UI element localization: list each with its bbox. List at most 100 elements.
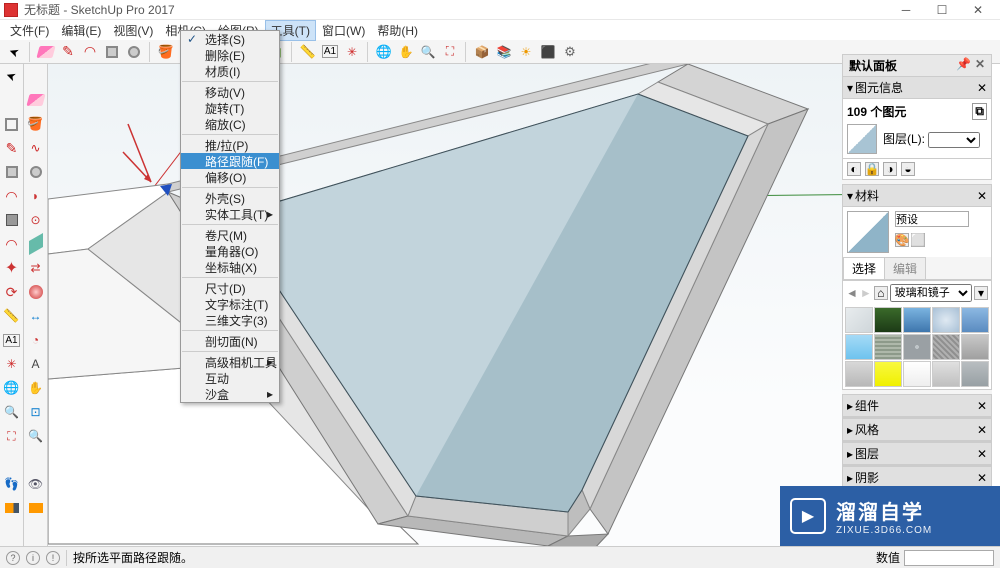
swatch-10[interactable] [845, 361, 873, 387]
layer-select[interactable] [928, 132, 980, 148]
menu-followme[interactable]: 路径跟随(F) [181, 153, 279, 169]
protractor2-icon[interactable]: ◔ [26, 330, 46, 350]
move2-icon[interactable] [2, 258, 22, 278]
swatch-6[interactable] [874, 334, 902, 360]
panel-close-icon-2[interactable]: ✕ [977, 189, 987, 203]
menu-protractor[interactable]: 量角器(O) [181, 243, 279, 259]
materials-header[interactable]: 材料✕ [843, 185, 991, 207]
tab-edit[interactable]: 编辑 [884, 257, 926, 279]
eraser-tool-icon[interactable] [36, 42, 56, 62]
pan2-icon[interactable] [26, 378, 46, 398]
swatch-12[interactable] [903, 361, 931, 387]
measurements-input[interactable] [904, 550, 994, 566]
tape2-icon[interactable] [2, 306, 22, 326]
menu-help[interactable]: 帮助(H) [371, 20, 424, 41]
swatch-4[interactable] [961, 307, 989, 333]
cast-icon[interactable]: ◒ [901, 162, 915, 176]
status-icon-3[interactable]: ! [46, 551, 60, 565]
status-icon-1[interactable]: ? [6, 551, 20, 565]
followme-icon[interactable] [2, 234, 22, 254]
circle2-icon[interactable] [26, 162, 46, 182]
component-make-icon[interactable] [2, 114, 22, 134]
rectangle-tool-icon[interactable] [102, 42, 122, 62]
home-icon[interactable] [874, 286, 888, 300]
material-name-input[interactable] [895, 211, 969, 227]
pan-tool-icon[interactable] [396, 42, 416, 62]
axes-tool-icon[interactable] [342, 42, 362, 62]
rotate3-icon[interactable] [26, 282, 46, 302]
shadow-icon[interactable]: ◑ [883, 162, 897, 176]
status-icon-2[interactable]: i [26, 551, 40, 565]
line-tool-icon[interactable] [58, 42, 78, 62]
text3-icon[interactable]: A [26, 354, 46, 374]
swatch-9[interactable] [961, 334, 989, 360]
position-icon[interactable] [26, 498, 46, 518]
swatch-3[interactable] [932, 307, 960, 333]
axes2-icon[interactable] [2, 354, 22, 374]
swatch-7[interactable] [903, 334, 931, 360]
text2-icon[interactable] [2, 330, 22, 350]
styles-header[interactable]: 风格✕ [843, 419, 991, 441]
menu-scale[interactable]: 缩放(C) [181, 116, 279, 132]
menu-file[interactable]: 文件(F) [4, 20, 55, 41]
section2-icon[interactable] [2, 498, 22, 518]
menu-shell[interactable]: 外壳(S) [181, 190, 279, 206]
dimension-icon[interactable]: ↔ [26, 306, 46, 326]
tray-pin-icon[interactable]: 📌 [956, 57, 971, 74]
back-icon[interactable]: ◄ [846, 286, 858, 300]
rect-icon[interactable] [2, 162, 22, 182]
menu-view[interactable]: 视图(V) [107, 20, 159, 41]
zoomwin-icon[interactable]: ⊡ [26, 402, 46, 422]
paint2-icon[interactable] [26, 114, 46, 134]
menu-section[interactable]: 剖切面(N) [181, 333, 279, 349]
freehand-icon[interactable]: ∿ [26, 138, 46, 158]
push-icon[interactable] [2, 210, 22, 230]
movearr-icon[interactable]: ⇄ [26, 258, 46, 278]
swatch-13[interactable] [932, 361, 960, 387]
menu-edit[interactable]: 编辑(E) [55, 20, 107, 41]
menu-material[interactable]: 材质(I) [181, 63, 279, 79]
component-icon[interactable] [538, 42, 558, 62]
settings-icon[interactable] [560, 42, 580, 62]
menu-pushpull[interactable]: 推/拉(P) [181, 137, 279, 153]
hidden-icon[interactable]: ◐ [847, 162, 861, 176]
swatch-0[interactable] [845, 307, 873, 333]
tape-tool-icon[interactable] [298, 42, 318, 62]
tray-close-icon[interactable]: ✕ [975, 57, 985, 74]
menu-solid[interactable]: 实体工具(T) [181, 206, 279, 222]
menu-move[interactable]: 移动(V) [181, 84, 279, 100]
menu-label[interactable]: 文字标注(T) [181, 296, 279, 312]
lock-icon[interactable]: 🔒 [865, 162, 879, 176]
swatch-5[interactable] [845, 334, 873, 360]
close-button[interactable]: ✕ [960, 0, 996, 19]
zoom2-icon[interactable] [2, 402, 22, 422]
layers-header[interactable]: 图层✕ [843, 443, 991, 465]
swatch-14[interactable] [961, 361, 989, 387]
select-tool-icon[interactable] [4, 42, 24, 62]
arc-tool-icon[interactable] [80, 42, 100, 62]
zoomfit2-icon[interactable] [2, 426, 22, 446]
menu-text3d[interactable]: 三维文字(3) [181, 312, 279, 328]
menu-select[interactable]: 选择(S) [181, 31, 279, 47]
scale2-icon[interactable] [26, 234, 46, 254]
swatch-1[interactable] [874, 307, 902, 333]
material-create-icon[interactable]: 🎨 [895, 233, 909, 247]
swatch-8[interactable] [932, 334, 960, 360]
arc2-icon[interactable] [2, 186, 22, 206]
minimize-button[interactable]: ─ [888, 0, 924, 19]
current-material-thumb[interactable] [847, 211, 889, 253]
warehouse-icon[interactable] [472, 42, 492, 62]
material-default-icon[interactable]: ⬜ [911, 233, 925, 247]
circle-tool-icon[interactable] [124, 42, 144, 62]
zoom-extents-tool-icon[interactable] [440, 42, 460, 62]
swatch-11[interactable] [874, 361, 902, 387]
panel-close-icon[interactable]: ✕ [977, 81, 987, 95]
swatch-2[interactable] [903, 307, 931, 333]
default-tray-title[interactable]: 默认面板 📌✕ [842, 54, 992, 76]
tab-select[interactable]: 选择 [843, 257, 885, 279]
material-category[interactable]: 玻璃和镜子 [890, 284, 972, 302]
orbit2-icon[interactable] [2, 378, 22, 398]
paint-tool-icon[interactable] [156, 42, 176, 62]
offset2-icon[interactable]: ⊙ [26, 210, 46, 230]
lookaround-icon[interactable]: 👁 [26, 474, 46, 494]
